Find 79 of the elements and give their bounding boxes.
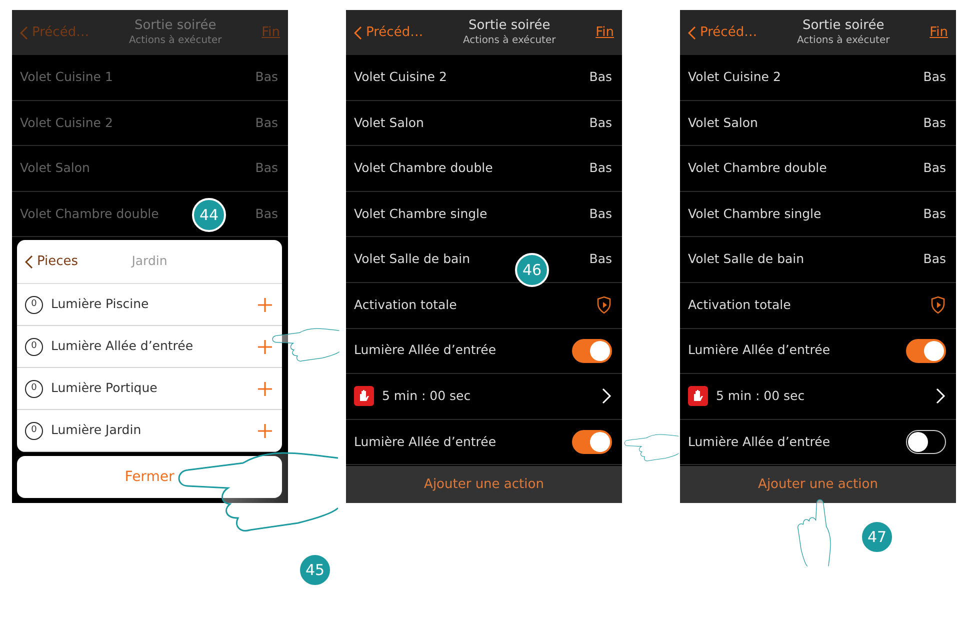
row-value: Bas — [589, 68, 612, 86]
chevron-right-icon[interactable] — [936, 388, 946, 404]
row-label: Volet Cuisine 2 — [688, 68, 781, 86]
count-circle: 0 — [25, 338, 43, 356]
row-value: Bas — [923, 159, 946, 178]
row-value: Bas — [255, 114, 278, 132]
row-label: Lumière Allée d’entrée — [688, 341, 830, 360]
back-link[interactable]: Précéd… — [688, 22, 758, 42]
row-label: Volet Chambre single — [354, 204, 488, 223]
row-label: Lumière Allée d’entrée — [354, 341, 496, 360]
row-label: Volet Cuisine 1 — [20, 68, 113, 86]
toggle-switch[interactable] — [906, 338, 946, 363]
step-number: 47 — [860, 520, 894, 554]
row-value: Bas — [923, 250, 946, 268]
row-value: Bas — [255, 204, 278, 223]
back-chevron-icon — [354, 26, 362, 40]
add-icon[interactable] — [258, 340, 272, 354]
row-label: Volet Salon — [20, 159, 90, 178]
chevron-right-icon[interactable] — [602, 388, 612, 404]
item-label: Lumière Allée d’entrée — [51, 337, 194, 356]
shield-icon — [596, 296, 612, 314]
add-icon[interactable] — [258, 298, 272, 312]
row-value: Bas — [589, 250, 612, 268]
row-value: Bas — [589, 204, 612, 223]
count-circle: 0 — [25, 296, 43, 314]
item-label: Lumière Jardin — [51, 421, 142, 440]
row-label: Volet Chambre double — [20, 204, 159, 223]
timer-label: 5 min : 00 sec — [382, 387, 471, 406]
back-chevron-icon — [688, 26, 696, 40]
toggle-switch[interactable] — [572, 430, 612, 454]
row-label: Volet Chambre single — [688, 204, 822, 223]
row-label: Volet Salon — [354, 114, 424, 132]
timer-label: 5 min : 00 sec — [716, 387, 805, 406]
row-value: Bas — [255, 68, 278, 86]
row-value: Bas — [923, 114, 946, 132]
row-label: Volet Chambre double — [688, 159, 827, 178]
screen-title: Sortie soirée — [468, 18, 550, 32]
row-label: Lumière Allée d’entrée — [688, 432, 830, 451]
row-label: Volet Cuisine 2 — [20, 114, 113, 132]
popup-title: Jardin — [132, 252, 168, 270]
screen-subtitle: Actions à exécuter — [796, 34, 890, 48]
screen-title: Sortie soirée — [134, 18, 216, 32]
row-label: Activation totale — [688, 296, 791, 314]
count-circle: 0 — [25, 422, 43, 440]
row-label: Activation totale — [354, 296, 457, 314]
back-link[interactable]: Pieces — [25, 252, 78, 272]
row-label: Volet Chambre double — [354, 159, 493, 178]
screen-subtitle: Actions à exécuter — [462, 34, 556, 48]
add-action-button[interactable]: Ajouter une action — [680, 466, 956, 503]
add-icon[interactable] — [258, 382, 272, 396]
back-link[interactable]: Précéd… — [354, 22, 424, 42]
row-label: Volet Salle de bain — [354, 250, 470, 268]
screen-subtitle: Actions à exécuter — [128, 34, 222, 48]
step-number: 45 — [298, 553, 332, 587]
hand-stop-icon — [354, 386, 374, 406]
shield-icon — [930, 296, 946, 314]
row-label: Volet Salle de bain — [688, 250, 804, 268]
done-link[interactable]: Fin — [596, 22, 614, 42]
toggle-switch[interactable] — [572, 338, 612, 363]
row-label: Volet Salon — [688, 114, 758, 132]
done-link[interactable]: Fin — [930, 22, 948, 42]
row-value: Bas — [923, 204, 946, 223]
count-circle: 0 — [25, 380, 43, 398]
row-value: Bas — [589, 159, 612, 178]
row-label: Lumière Allée d’entrée — [354, 432, 496, 451]
hand-stop-icon — [688, 386, 708, 406]
item-label: Lumière Portique — [51, 379, 158, 398]
toggle-switch[interactable] — [906, 430, 946, 454]
row-value: Bas — [255, 159, 278, 178]
screen-title: Sortie soirée — [802, 18, 884, 32]
row-value: Bas — [589, 114, 612, 132]
add-icon[interactable] — [258, 424, 272, 438]
back-chevron-icon — [25, 254, 33, 268]
row-value: Bas — [923, 68, 946, 86]
back-chevron-icon — [20, 26, 28, 40]
row-label: Volet Cuisine 2 — [354, 68, 447, 86]
pointing-hand-drawing — [624, 432, 679, 464]
item-label: Lumière Piscine — [51, 295, 149, 314]
add-action-button[interactable]: Ajouter une action — [346, 466, 622, 503]
